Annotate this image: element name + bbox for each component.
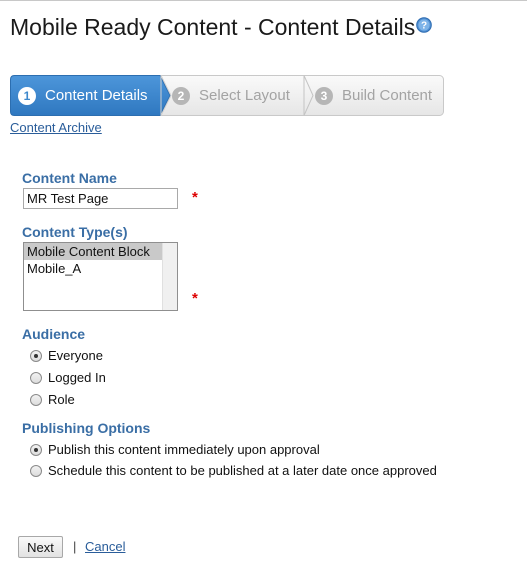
listbox-option-mobile-a[interactable]: Mobile_A bbox=[24, 260, 177, 277]
radio-button[interactable] bbox=[30, 393, 42, 406]
step-number-badge: 2 bbox=[172, 86, 190, 105]
publish-immediately-option[interactable]: Publish this content immediately upon ap… bbox=[30, 442, 320, 457]
step-number-badge: 3 bbox=[315, 86, 333, 105]
step-number-badge: 1 bbox=[18, 86, 36, 105]
cancel-link[interactable]: Cancel bbox=[85, 539, 125, 554]
content-name-label: Content Name bbox=[22, 170, 117, 186]
radio-label: Everyone bbox=[48, 348, 103, 363]
step-label: Content Details bbox=[45, 87, 148, 104]
radio-button[interactable] bbox=[30, 443, 42, 456]
audience-logged-in-option[interactable]: Logged In bbox=[30, 370, 106, 385]
content-types-listbox[interactable]: Mobile Content Block Mobile_A bbox=[23, 242, 178, 311]
audience-everyone-option[interactable]: Everyone bbox=[30, 348, 103, 363]
listbox-scrollbar[interactable] bbox=[162, 243, 177, 310]
radio-label: Publish this content immediately upon ap… bbox=[48, 442, 320, 457]
radio-button[interactable] bbox=[30, 371, 42, 384]
publishing-options-label: Publishing Options bbox=[22, 420, 151, 436]
listbox-option-mobile-content-block[interactable]: Mobile Content Block bbox=[24, 243, 177, 260]
wizard-step-select-layout[interactable]: 2 Select Layout bbox=[172, 75, 290, 116]
content-archive-link[interactable]: Content Archive bbox=[10, 120, 102, 135]
next-button[interactable]: Next bbox=[18, 536, 63, 558]
radio-label: Schedule this content to be published at… bbox=[48, 463, 437, 478]
publish-scheduled-option[interactable]: Schedule this content to be published at… bbox=[30, 463, 437, 478]
content-name-input[interactable] bbox=[23, 188, 178, 209]
wizard-steps: 1 Content Details 2 Select Layout 3 Buil… bbox=[10, 75, 444, 116]
page-title: Mobile Ready Content - Content Details bbox=[10, 14, 416, 40]
question-circle-icon[interactable]: ? bbox=[416, 17, 432, 33]
required-marker: * bbox=[192, 189, 198, 206]
window-top-border bbox=[0, 0, 527, 1]
radio-label: Role bbox=[48, 392, 75, 407]
audience-label: Audience bbox=[22, 326, 86, 342]
step-label: Build Content bbox=[342, 87, 433, 104]
radio-button[interactable] bbox=[30, 464, 42, 477]
wizard-step-content-details[interactable]: 1 Content Details bbox=[18, 75, 148, 116]
wizard-step-build-content[interactable]: 3 Build Content bbox=[315, 75, 432, 116]
required-marker: * bbox=[192, 290, 198, 307]
radio-button[interactable] bbox=[30, 349, 42, 362]
audience-role-option[interactable]: Role bbox=[30, 392, 75, 407]
action-separator: | bbox=[73, 539, 77, 554]
radio-label: Logged In bbox=[48, 370, 106, 385]
content-types-label: Content Type(s) bbox=[22, 224, 128, 240]
svg-text:?: ? bbox=[421, 21, 427, 32]
step-label: Select Layout bbox=[199, 87, 290, 104]
